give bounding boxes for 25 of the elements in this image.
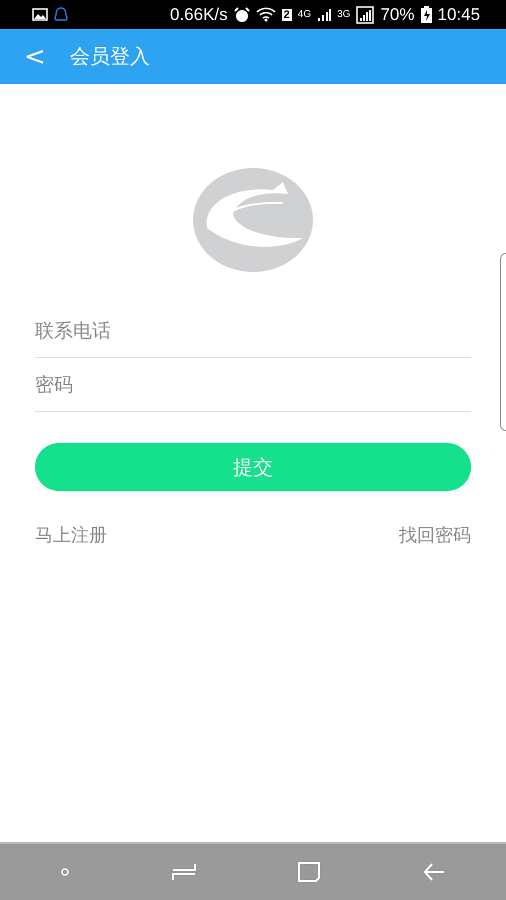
image-icon xyxy=(32,8,48,21)
alarm-icon xyxy=(234,6,250,22)
submit-button[interactable]: 提交 xyxy=(35,443,471,491)
page-title: 会员登入 xyxy=(70,43,150,70)
register-link[interactable]: 马上注册 xyxy=(35,523,107,547)
battery-icon xyxy=(420,6,432,23)
signal-icon xyxy=(317,8,332,22)
network-type: 3G xyxy=(337,9,350,20)
back-icon[interactable] xyxy=(422,863,445,881)
battery-percent: 70% xyxy=(380,4,414,24)
input-field[interactable]: 密码 xyxy=(35,358,471,412)
home-icon[interactable] xyxy=(298,862,320,882)
clock-time: 10:45 xyxy=(438,4,480,24)
edge-panel-handle[interactable] xyxy=(500,253,506,431)
network-type: 4G xyxy=(298,9,312,20)
back-button[interactable]: < xyxy=(24,42,46,72)
logo-icon xyxy=(193,168,313,272)
recover-password-link[interactable]: 找回密码 xyxy=(399,523,471,547)
network-speed: 0.66K/s xyxy=(170,4,228,24)
recent-apps-icon[interactable] xyxy=(172,862,196,882)
signal-icon xyxy=(356,6,374,24)
wifi-icon xyxy=(256,7,276,22)
sim-badge: 2 xyxy=(282,8,292,20)
input-field[interactable]: 联系电话 xyxy=(35,304,471,358)
dot-icon[interactable] xyxy=(61,868,70,876)
